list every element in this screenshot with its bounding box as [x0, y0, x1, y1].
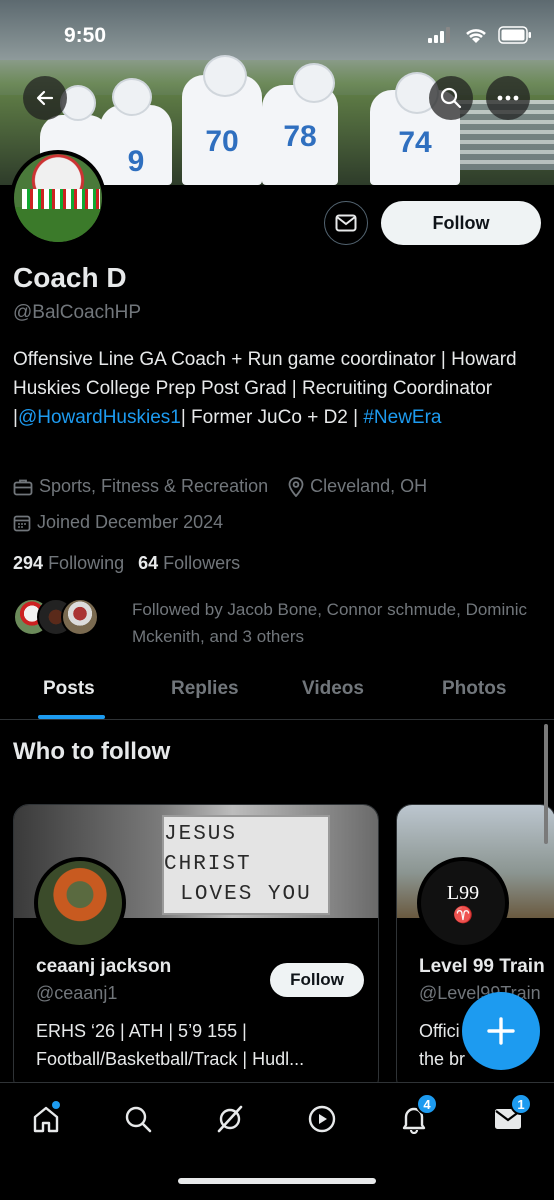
suggestion-bio-line: ERHS ‘26 | ATH | 5’9 155 | — [36, 1021, 247, 1041]
back-button[interactable] — [23, 76, 67, 120]
messages-badge: 1 — [510, 1093, 532, 1115]
grok-icon — [217, 1105, 243, 1133]
home-indicator — [178, 1178, 376, 1184]
more-icon — [497, 95, 519, 101]
suggestion-avatar[interactable] — [34, 857, 126, 949]
follow-button[interactable]: Follow — [381, 201, 541, 245]
sign-text: JESUS CHRIST — [164, 823, 252, 876]
banner-helmet — [112, 78, 152, 116]
nav-grok[interactable] — [210, 1099, 250, 1139]
banner-player: 78 — [262, 85, 338, 185]
following-count: 294 — [13, 553, 44, 573]
mutual-followers-avatars[interactable] — [13, 598, 99, 636]
suggestion-follow-button[interactable]: Follow — [270, 963, 364, 997]
follow-counts: 294 Following 64 Followers — [13, 553, 240, 574]
bio-mention-link[interactable]: @HowardHuskies1 — [18, 407, 181, 428]
nav-explore[interactable] — [118, 1099, 158, 1139]
tab-photos[interactable]: Photos — [442, 678, 506, 700]
active-tab-indicator — [38, 715, 105, 719]
location-label: Cleveland, OH — [310, 476, 428, 496]
wifi-icon — [466, 29, 486, 43]
jersey-number: 78 — [283, 120, 317, 153]
mutual-avatar — [61, 598, 99, 636]
battery-icon — [498, 26, 531, 44]
suggestion-handle: @ceaanj1 — [36, 983, 118, 1003]
profile-bio: Offensive Line GA Coach + Run game coord… — [13, 345, 533, 432]
followers-count: 64 — [138, 553, 159, 573]
play-circle-icon — [308, 1105, 336, 1133]
goat-icon: ♈ — [453, 906, 473, 924]
tab-posts[interactable]: Posts — [43, 678, 95, 700]
status-time: 9:50 — [64, 24, 107, 47]
nav-media[interactable] — [302, 1099, 342, 1139]
envelope-icon — [335, 214, 357, 232]
suggestion-bio: ERHS ‘26 | ATH | 5’9 155 | Football/Bask… — [36, 1017, 366, 1073]
avatar-players — [22, 189, 100, 209]
profile-tabs: Posts Replies Videos Photos — [0, 670, 554, 720]
scrollbar[interactable] — [544, 724, 548, 844]
joined-item: Joined December 2024 — [13, 512, 223, 533]
banner-helmet — [293, 63, 335, 103]
sign-text: LOVES YOU — [180, 883, 312, 906]
bio-hashtag-link[interactable]: #NewEra — [363, 407, 441, 428]
profile-name: Coach D — [13, 262, 127, 293]
who-to-follow-title: Who to follow — [13, 738, 171, 765]
jersey-number: 74 — [398, 126, 432, 159]
nav-messages[interactable]: 1 — [488, 1093, 532, 1139]
banner-player: 9 — [100, 105, 172, 185]
category-item: Sports, Fitness & Recreation — [13, 476, 268, 497]
category-label: Sports, Fitness & Recreation — [39, 476, 269, 496]
signal-icon — [428, 27, 450, 43]
suggestion-avatar[interactable]: L99 ♈ — [417, 857, 509, 949]
followed-by-text[interactable]: Followed by Jacob Bone, Connor schmude, … — [132, 596, 532, 650]
followers-link[interactable]: 64 Followers — [138, 553, 240, 574]
banner-sign: JESUS CHRIST LOVES YOU — [162, 815, 330, 915]
plus-icon — [487, 1017, 515, 1045]
message-button[interactable] — [324, 201, 368, 245]
arrow-left-icon — [36, 90, 54, 106]
location-item: Cleveland, OH — [288, 476, 427, 497]
profile-avatar[interactable] — [10, 150, 106, 246]
nav-home[interactable] — [26, 1099, 66, 1139]
compose-button[interactable] — [462, 992, 540, 1070]
briefcase-icon — [13, 479, 33, 495]
calendar-icon — [13, 515, 31, 531]
suggestion-name: ceaanj jackson — [36, 956, 172, 977]
location-pin-icon — [288, 476, 304, 497]
followers-label: Followers — [163, 553, 241, 573]
home-unread-dot — [52, 1101, 60, 1109]
suggestion-name: Level 99 Train — [419, 956, 545, 977]
tab-videos[interactable]: Videos — [302, 678, 364, 700]
more-button[interactable] — [486, 76, 530, 120]
banner-helmet — [203, 55, 247, 97]
notifications-badge: 4 — [416, 1093, 438, 1115]
avatar-field — [14, 206, 102, 242]
joined-label: Joined December 2024 — [37, 512, 224, 532]
jersey-number: 70 — [205, 125, 239, 158]
profile-handle: @BalCoachHP — [13, 302, 142, 323]
following-link[interactable]: 294 Following — [13, 553, 124, 574]
jersey-number: 9 — [127, 145, 145, 178]
search-icon — [125, 1106, 152, 1133]
suggestion-card[interactable]: JESUS CHRIST LOVES YOU ceaanj jackson @c… — [13, 804, 379, 1094]
suggestion-bio-line: Football/Basketball/Track | Hudl... — [36, 1049, 305, 1069]
nav-notifications[interactable]: 4 — [394, 1093, 438, 1139]
tab-replies[interactable]: Replies — [171, 678, 239, 700]
status-icons — [428, 26, 532, 44]
bio-text: | Former JuCo + D2 | — [180, 407, 359, 428]
search-button[interactable] — [429, 76, 473, 120]
avatar-logo-text: L99 — [446, 881, 480, 904]
following-label: Following — [48, 553, 125, 573]
profile-meta: Sports, Fitness & Recreation Cleveland, … — [13, 476, 447, 497]
search-icon — [440, 87, 462, 109]
